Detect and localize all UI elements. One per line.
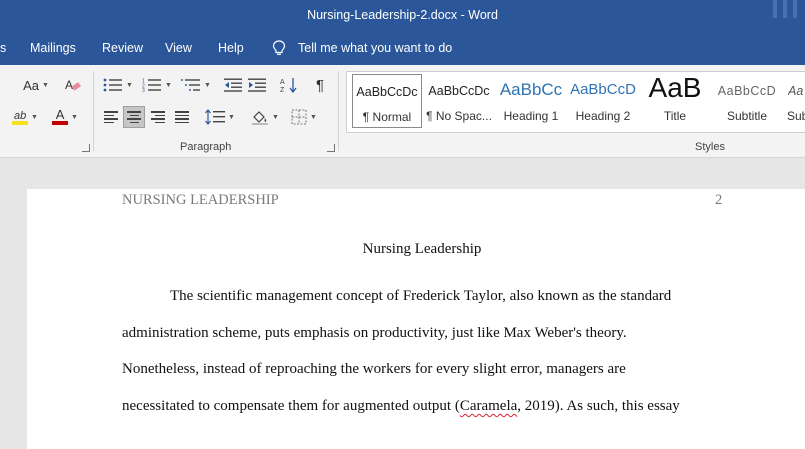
paragraph-group-label: Paragraph	[180, 141, 232, 153]
body-line: necessitated to compensate them for augm…	[122, 398, 680, 414]
window-title: Nursing-Leadership-2.docx - Word	[307, 8, 498, 22]
align-left-button[interactable]	[101, 106, 121, 128]
svg-text:ab: ab	[14, 110, 26, 121]
tab-view[interactable]: View	[165, 41, 192, 55]
line-spacing-icon	[205, 109, 226, 125]
style-normal[interactable]: AaBbCcDc ¶ Normal	[352, 74, 422, 128]
sort-button[interactable]: AZ	[277, 74, 301, 96]
align-center-icon	[127, 111, 141, 123]
show-formatting-marks-button[interactable]: ¶	[309, 74, 331, 96]
spelling-flagged-word[interactable]: Caramela	[460, 398, 517, 414]
svg-text:Z: Z	[280, 87, 285, 93]
numbering-button[interactable]: 123 ▼	[140, 74, 174, 96]
styles-group-label: Styles	[695, 141, 725, 153]
document-area: NURSING LEADERSHIP 2 Nursing Leadership …	[0, 158, 805, 449]
clear-formatting-button[interactable]: A	[62, 74, 84, 96]
svg-text:3: 3	[142, 88, 145, 92]
style-heading-2[interactable]: AaBbCcD Heading 2	[568, 74, 638, 128]
ribbon-tabs: s Mailings Review View Help Tell me what…	[0, 32, 805, 65]
font-color-icon: A	[55, 107, 65, 122]
borders-button[interactable]: ▼	[286, 106, 322, 128]
bullets-icon	[103, 78, 123, 92]
tab-review[interactable]: Review	[102, 41, 143, 55]
font-color-swatch	[52, 121, 69, 125]
paragraph-dialog-launcher[interactable]	[327, 144, 335, 152]
center-align-button[interactable]	[123, 106, 145, 128]
increase-indent-icon	[248, 78, 266, 92]
svg-text:A: A	[280, 79, 285, 86]
style-no-spacing[interactable]: AaBbCcDc ¶ No Spac...	[424, 74, 494, 128]
numbering-icon: 123	[142, 79, 162, 92]
font-color-button[interactable]: A ▼	[48, 106, 82, 128]
highlighter-icon: ab	[14, 110, 26, 121]
body-line: Nonetheless, instead of reproaching the …	[122, 361, 626, 377]
tab-references-partial[interactable]: s	[0, 41, 6, 55]
pilcrow-icon: ¶	[315, 76, 325, 94]
align-left-icon	[104, 111, 118, 123]
document-page[interactable]: NURSING LEADERSHIP 2 Nursing Leadership …	[27, 189, 805, 449]
decrease-indent-icon	[224, 78, 242, 92]
line-spacing-button[interactable]: ▼	[203, 106, 237, 128]
style-title[interactable]: AaB Title	[640, 72, 710, 128]
clear-formatting-icon: A	[65, 78, 81, 92]
window-corner-decoration	[765, 0, 805, 32]
highlight-swatch	[12, 121, 29, 125]
group-separator	[338, 71, 339, 151]
ribbon: Aa ▼ A ab ▼ A ▼ ▼ 123 ▼ ▼ A Z ¶ ▼ ▼ ▼ Pa…	[0, 65, 805, 158]
bullets-button[interactable]: ▼	[101, 74, 135, 96]
sort-icon: AZ	[280, 78, 297, 93]
style-heading-1[interactable]: AaBbCc Heading 1	[496, 74, 566, 128]
style-subtitle[interactable]: AaBbCcD Subtitle	[712, 74, 782, 128]
style-subtle-emphasis[interactable]: Aa Sub	[784, 74, 805, 128]
font-dialog-launcher[interactable]	[82, 144, 90, 152]
svg-text:A: A	[65, 78, 73, 92]
lightbulb-icon	[272, 40, 286, 55]
align-right-icon	[151, 111, 165, 123]
highlight-color-button[interactable]: ab ▼	[8, 106, 42, 128]
paint-bucket-icon	[252, 111, 269, 125]
styles-gallery: AaBbCcDc ¶ Normal AaBbCcDc ¶ No Spac... …	[346, 71, 805, 133]
change-case-button[interactable]: Aa ▼	[18, 74, 54, 96]
multilevel-list-icon	[181, 79, 201, 91]
body-line: administration scheme, puts emphasis on …	[122, 325, 627, 341]
tell-me-search[interactable]: Tell me what you want to do	[298, 41, 452, 55]
decrease-indent-button[interactable]	[222, 74, 244, 96]
document-heading: Nursing Leadership	[362, 241, 482, 257]
running-head: NURSING LEADERSHIP	[122, 192, 279, 208]
tab-mailings[interactable]: Mailings	[30, 41, 76, 55]
align-right-button[interactable]	[148, 106, 168, 128]
group-separator	[93, 71, 94, 151]
page-number: 2	[715, 192, 723, 208]
borders-icon	[291, 109, 307, 125]
increase-indent-button[interactable]	[246, 74, 268, 96]
multilevel-list-button[interactable]: ▼	[179, 74, 213, 96]
justify-icon	[175, 111, 189, 123]
body-line: The scientific management concept of Fre…	[170, 288, 672, 304]
shading-button[interactable]: ▼	[248, 106, 282, 128]
tab-help[interactable]: Help	[218, 41, 244, 55]
justify-button[interactable]	[172, 106, 192, 128]
title-bar: Nursing-Leadership-2.docx - Word	[0, 0, 805, 32]
